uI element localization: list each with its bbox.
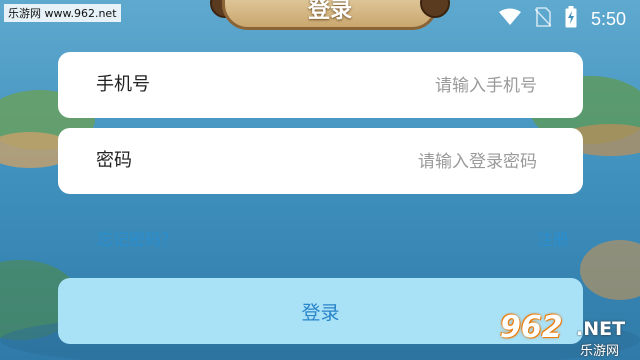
watermark-suffix: .NET xyxy=(576,318,626,340)
title-banner: 登录 xyxy=(210,0,450,34)
watermark-chinese: 乐游网 xyxy=(580,344,620,359)
phone-field-card: 手机号 xyxy=(58,52,583,118)
watermark-logo: 962 .NET 乐游网 xyxy=(500,310,638,359)
password-field-card: 密码 xyxy=(58,128,583,194)
wifi-icon xyxy=(498,8,521,30)
phone-label: 手机号 xyxy=(96,74,150,95)
password-input[interactable] xyxy=(255,145,539,179)
forgot-password-link[interactable]: 忘记密码？ xyxy=(97,226,177,250)
page-title: 登录 xyxy=(307,0,352,23)
watermark-text: 乐游网 www.962.net xyxy=(4,4,121,22)
status-time: 5:50 xyxy=(590,8,626,29)
status-icons: 5:50 xyxy=(498,6,626,32)
battery-charging-icon xyxy=(565,6,577,32)
no-sim-icon xyxy=(534,7,552,31)
phone-input[interactable] xyxy=(255,69,539,103)
password-label: 密码 xyxy=(96,150,132,171)
status-bar: 登录 乐游网 www.962.net 5:50 xyxy=(0,0,640,38)
watermark-number: 962 xyxy=(500,310,563,345)
register-link[interactable]: 注册 xyxy=(537,226,569,250)
